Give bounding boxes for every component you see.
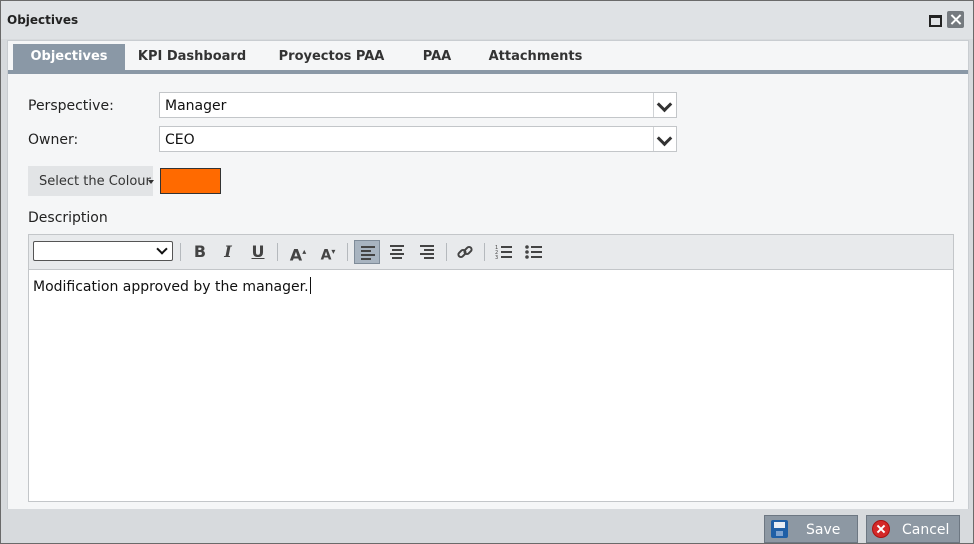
tab-paa[interactable]: PAA — [408, 44, 466, 70]
bold-button[interactable]: B — [187, 240, 213, 264]
chevron-down-icon[interactable] — [653, 93, 676, 117]
numbered-list-button[interactable]: 1 2 3 — [491, 240, 517, 264]
owner-select[interactable]: CEO — [159, 126, 677, 152]
align-center-button[interactable] — [384, 240, 410, 264]
toolbar-separator — [446, 243, 447, 261]
svg-text:3: 3 — [495, 255, 498, 261]
owner-value: CEO — [165, 132, 195, 148]
grow-font-icon: A — [289, 245, 303, 265]
shrink-font-icon: A — [320, 247, 332, 264]
perspective-value: Manager — [165, 98, 227, 114]
font-select[interactable] — [33, 241, 173, 261]
grow-font-button[interactable]: A▴ — [285, 240, 311, 264]
rich-text-editor: B I U A▴ A▾ 1 2 3 Modification approved … — [28, 234, 954, 502]
save-label: Save — [806, 522, 841, 538]
perspective-select[interactable]: Manager — [159, 92, 677, 118]
chevron-down-icon — [156, 243, 168, 255]
colour-swatch[interactable] — [160, 168, 221, 194]
description-label: Description — [28, 210, 108, 226]
editor-content[interactable]: Modification approved by the manager. — [33, 277, 311, 295]
tab-kpi-dashboard[interactable]: KPI Dashboard — [128, 44, 256, 70]
link-button[interactable] — [452, 240, 478, 264]
perspective-label: Perspective: — [28, 98, 114, 114]
tab-proyectos-paa[interactable]: Proyectos PAA — [263, 44, 400, 70]
description-text: Modification approved by the manager. — [33, 279, 309, 295]
align-center-icon — [390, 245, 404, 259]
align-left-button[interactable] — [354, 240, 380, 264]
dialog-footer: Save Cancel — [1, 509, 973, 543]
align-right-button[interactable] — [414, 240, 440, 264]
owner-label: Owner: — [28, 132, 79, 148]
tab-objectives[interactable]: Objectives — [13, 44, 125, 70]
toolbar-separator — [180, 243, 181, 261]
floppy-disk-icon — [771, 520, 788, 538]
chevron-down-icon[interactable] — [653, 127, 676, 151]
maximize-icon[interactable] — [926, 11, 943, 28]
editor-toolbar: B I U A▴ A▾ 1 2 3 — [29, 235, 953, 270]
toolbar-separator — [484, 243, 485, 261]
close-icon[interactable] — [947, 11, 964, 28]
link-icon — [457, 245, 473, 259]
objectives-dialog: Objectives Objectives KPI Dashboard Proy… — [0, 0, 974, 544]
save-button[interactable]: Save — [764, 515, 858, 543]
dialog-title: Objectives — [7, 13, 79, 27]
underline-button[interactable]: U — [245, 240, 271, 264]
bullet-list-icon — [525, 245, 542, 259]
tab-attachments[interactable]: Attachments — [478, 44, 593, 70]
text-cursor — [309, 277, 311, 294]
shrink-font-button[interactable]: A▾ — [315, 240, 341, 264]
italic-button[interactable]: I — [215, 240, 241, 264]
toolbar-separator — [347, 243, 348, 261]
tab-bar: Objectives KPI Dashboard Proyectos PAA P… — [8, 41, 968, 74]
title-bar: Objectives — [1, 1, 973, 39]
align-left-icon — [361, 246, 375, 260]
bullet-list-button[interactable] — [521, 240, 547, 264]
cancel-label: Cancel — [902, 522, 950, 538]
content-panel: Objectives KPI Dashboard Proyectos PAA P… — [7, 40, 969, 510]
select-colour-button[interactable]: Select the Colour — [28, 166, 154, 196]
select-colour-label: Select the Colour — [39, 174, 151, 189]
cancel-button[interactable]: Cancel — [866, 515, 960, 543]
toolbar-separator — [277, 243, 278, 261]
caret-down-icon — [148, 180, 154, 184]
numbered-list-icon: 1 2 3 — [495, 245, 512, 261]
cancel-icon — [872, 520, 890, 538]
align-right-icon — [420, 245, 434, 259]
